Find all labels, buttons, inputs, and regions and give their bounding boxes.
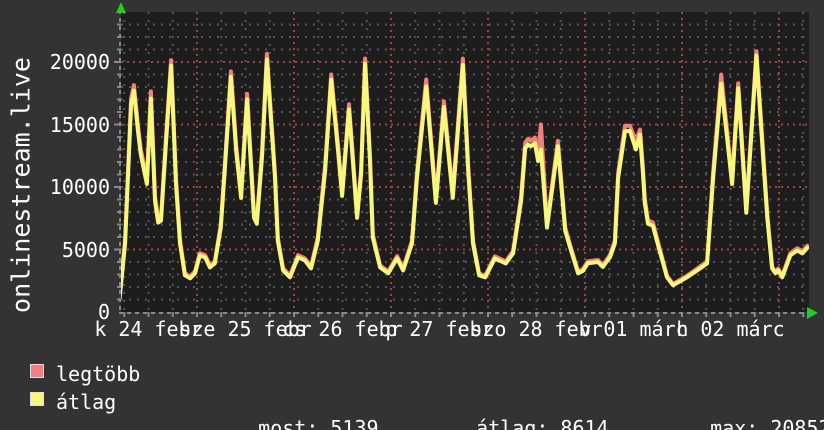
stat-average: átlag: 8614	[428, 389, 609, 430]
y-tick-label: 5000	[61, 237, 110, 262]
stat-current-value: 5139	[330, 416, 379, 430]
legend-label-max: legtöbb	[56, 362, 141, 386]
stat-average-label: átlag:	[476, 416, 549, 430]
stat-max-label: max:	[710, 416, 759, 430]
legend-label-avg: átlag	[56, 390, 117, 414]
legend-swatch-max	[30, 364, 44, 378]
stat-max: max: 20852	[662, 389, 824, 430]
y-tick-label: 15000	[49, 112, 110, 137]
y-axis-arrow-icon	[116, 2, 126, 13]
stat-max-value: 20852	[770, 416, 824, 430]
stat-average-value: 8614	[560, 416, 609, 430]
y-tick-label: 10000	[49, 175, 110, 199]
x-day-label: v 01 márc	[579, 317, 688, 341]
stat-current: most: 5139	[210, 389, 379, 430]
rrd-graph: onlinestream.live 0 5000 10000 15000 20000 k…	[0, 0, 824, 430]
x-axis-arrow-icon	[807, 307, 818, 319]
y-tick-label: 20000	[49, 50, 110, 74]
legend-swatch-avg	[30, 392, 44, 406]
stat-current-label: most:	[258, 416, 319, 430]
x-day-label: h 02 márc	[676, 317, 785, 341]
